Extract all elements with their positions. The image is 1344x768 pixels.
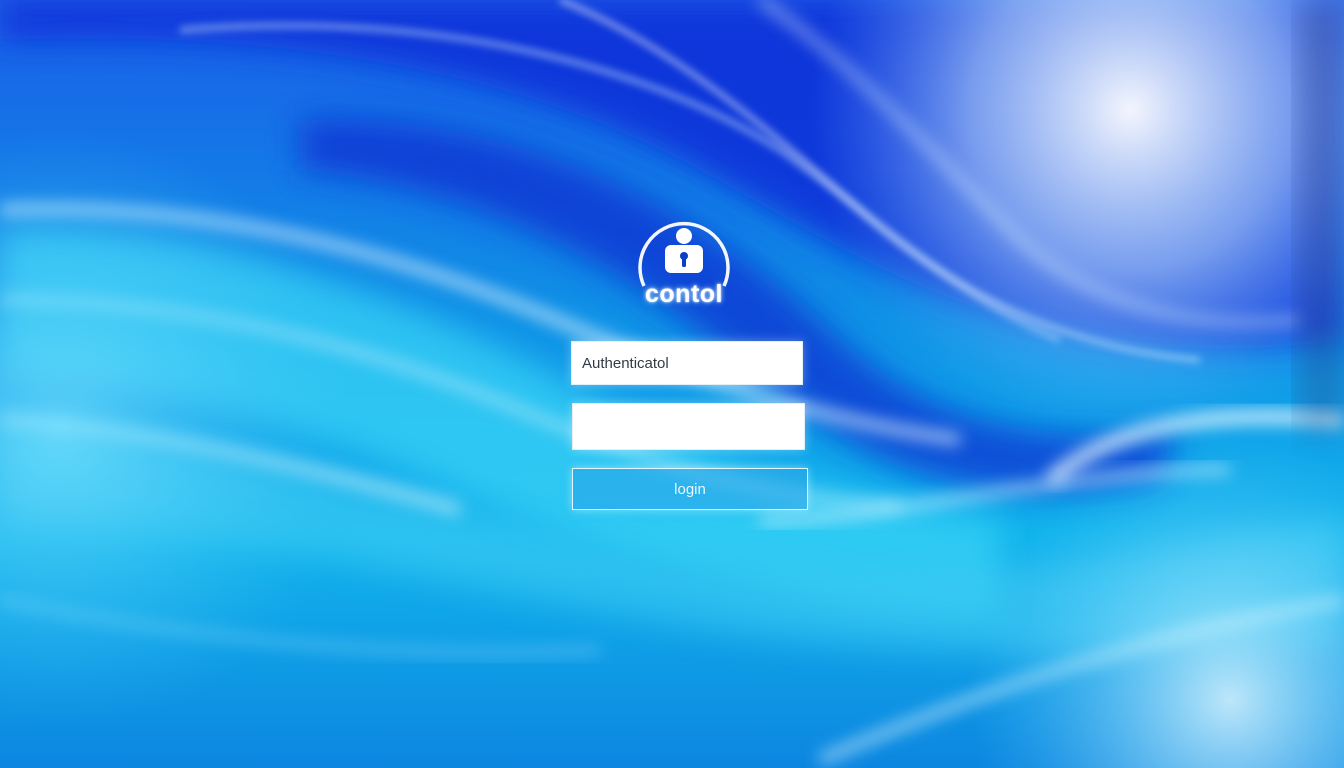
username-field[interactable] bbox=[571, 341, 803, 385]
username-input[interactable] bbox=[572, 342, 802, 384]
logo-text: contol bbox=[645, 280, 723, 308]
password-input[interactable] bbox=[573, 404, 804, 449]
password-field[interactable] bbox=[572, 403, 805, 450]
login-button-label: login bbox=[674, 480, 706, 498]
login-button[interactable]: login bbox=[572, 468, 808, 510]
